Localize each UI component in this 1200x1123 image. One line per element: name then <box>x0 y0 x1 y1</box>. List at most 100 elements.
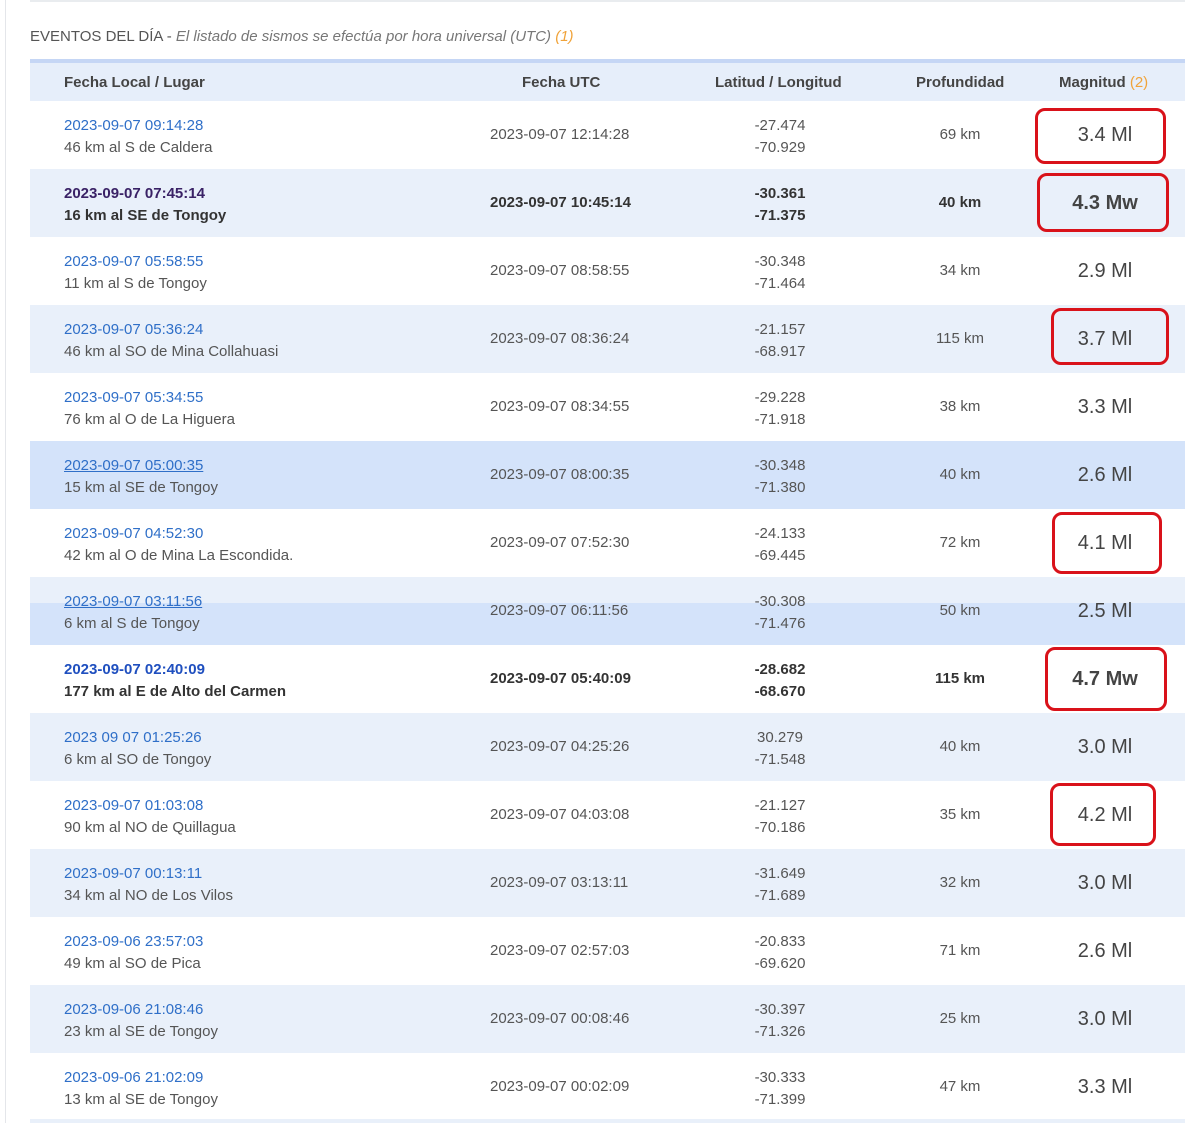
magnitude-highlight-circle <box>1035 108 1166 164</box>
lat-lon-cell: -29.228 -71.918 <box>730 387 830 431</box>
event-link[interactable]: 2023-09-07 00:13:11 <box>64 863 233 885</box>
event-link[interactable]: 2023-09-07 05:58:55 <box>64 251 207 273</box>
table-row[interactable]: 2023-09-07 04:52:30 42 km al O de Mina La… <box>30 509 1185 577</box>
event-link[interactable]: 2023-09-07 01:03:08 <box>64 795 236 817</box>
local-date-place-cell: 2023-09-07 03:11:56 6 km al S de Tongoy <box>64 591 202 635</box>
table-row[interactable]: 2023 09 07 01:25:26 6 km al SO de Tongoy 2… <box>30 713 1185 781</box>
local-date-place-cell: 2023-09-06 23:57:03 49 km al SO de Pica <box>64 931 203 975</box>
latitude: -20.833 <box>754 933 806 950</box>
table-row[interactable]: 2023-09-07 07:45:14 16 km al SE de Tongoy… <box>30 169 1185 237</box>
event-link[interactable]: 2023-09-07 02:40:09 <box>64 659 286 681</box>
local-date-place-cell: 2023-09-07 09:14:28 46 km al S de Caldera <box>64 115 212 159</box>
local-date-place-cell: 2023-09-06 21:02:09 13 km al SE de Tongoy <box>64 1067 218 1111</box>
depth-cell: 40 km <box>939 466 981 483</box>
event-place: 6 km al SO de Tongoy <box>64 751 212 768</box>
table-body: 2023-09-07 09:14:28 46 km al S de Caldera… <box>30 101 1185 1121</box>
event-link[interactable]: 2023-09-06 21:02:09 <box>64 1067 218 1089</box>
event-place: 90 km al NO de Quillagua <box>64 819 236 836</box>
event-link[interactable]: 2023-09-07 09:14:28 <box>64 115 212 137</box>
event-link[interactable]: 2023-09-07 05:34:55 <box>64 387 235 409</box>
table-row[interactable]: 2023-09-07 00:13:11 34 km al NO de Los Vi… <box>30 849 1185 917</box>
lat-lon-cell: 30.279 -71.548 <box>730 727 830 771</box>
latitude: -21.157 <box>754 321 806 338</box>
local-date-place-cell: 2023-09-07 00:13:11 34 km al NO de Los Vi… <box>64 863 233 907</box>
table-row[interactable]: 2023-09-06 21:08:46 23 km al SE de Tongoy… <box>30 985 1185 1053</box>
magnitude-highlight-circle <box>1050 783 1156 846</box>
magnitude-highlight-circle <box>1051 308 1169 365</box>
utc-date-cell: 2023-09-07 06:11:56 <box>490 602 629 619</box>
event-place: 76 km al O de La Higuera <box>64 411 235 428</box>
table-row[interactable]: 2023-09-07 03:11:56 6 km al S de Tongoy 20… <box>30 577 1185 645</box>
section-title-label: EVENTOS DEL DÍA <box>30 28 163 45</box>
table-row[interactable]: 2023-09-07 05:00:35 15 km al SE de Tongoy… <box>30 441 1185 509</box>
magnitude-highlight-circle <box>1052 512 1162 574</box>
local-date-place-cell: 2023-09-07 07:45:14 16 km al SE de Tongoy <box>64 183 226 227</box>
utc-date-cell: 2023-09-07 00:08:46 <box>490 1010 630 1027</box>
table-row[interactable]: 2023-09-07 01:03:08 90 km al NO de Quilla… <box>30 781 1185 849</box>
magnitude-cell: 2.5 Ml <box>1077 600 1133 622</box>
depth-cell: 38 km <box>939 398 981 415</box>
longitude: -71.464 <box>754 275 806 292</box>
section-note-marker: (1) <box>551 28 574 45</box>
event-place: 42 km al O de Mina La Escondida. <box>64 547 294 564</box>
table-row[interactable]: 2023-09-07 05:34:55 76 km al O de La Higu… <box>30 373 1185 441</box>
header-utc-date: Fecha UTC <box>522 74 601 91</box>
section-description: El listado de sismos se efectúa por hora… <box>175 28 552 45</box>
latitude: -30.308 <box>754 593 806 610</box>
event-place: 16 km al SE de Tongoy <box>64 207 227 224</box>
magnitude-cell: 2.9 Ml <box>1077 260 1133 282</box>
utc-date-cell: 2023-09-07 08:34:55 <box>490 398 630 415</box>
header-lat-lon: Latitud / Longitud <box>715 74 842 91</box>
latitude: 30.279 <box>757 729 803 746</box>
event-link[interactable]: 2023-09-07 05:00:35 <box>64 455 218 477</box>
section-title: EVENTOS DEL DÍA - El listado de sismos s… <box>30 28 574 45</box>
utc-date-cell: 2023-09-07 12:14:28 <box>490 126 630 143</box>
depth-cell: 115 km <box>934 670 986 687</box>
utc-date-cell: 2023-09-07 08:36:24 <box>490 330 630 347</box>
latitude: -30.397 <box>754 1001 806 1018</box>
table-row[interactable]: 2023-09-06 23:57:03 49 km al SO de Pica 20… <box>30 917 1185 985</box>
local-date-place-cell: 2023-09-07 05:58:55 11 km al S de Tongoy <box>64 251 207 295</box>
longitude: -71.326 <box>754 1023 806 1040</box>
table-row[interactable]: 2023-09-07 09:14:28 46 km al S de Caldera… <box>30 101 1185 169</box>
depth-cell: 71 km <box>939 942 981 959</box>
depth-cell: 69 km <box>939 126 981 143</box>
longitude: -68.670 <box>754 683 806 700</box>
latitude: -21.127 <box>754 797 806 814</box>
local-date-place-cell: 2023-09-07 02:40:09 177 km al E de Alto d… <box>64 659 286 703</box>
event-link[interactable]: 2023-09-07 07:45:14 <box>64 183 226 205</box>
lat-lon-cell: -20.833 -69.620 <box>730 931 830 975</box>
table-row[interactable]: 2023-09-06 21:02:09 13 km al SE de Tongoy… <box>30 1053 1185 1121</box>
header-local-date-place: Fecha Local / Lugar <box>64 74 205 91</box>
event-link[interactable]: 2023-09-06 23:57:03 <box>64 931 203 953</box>
event-link[interactable]: 2023-09-07 03:11:56 <box>64 591 202 613</box>
depth-cell: 50 km <box>939 602 981 619</box>
table-row[interactable]: 2023-09-07 05:58:55 11 km al S de Tongoy 2… <box>30 237 1185 305</box>
longitude: -68.917 <box>754 343 806 360</box>
local-date-place-cell: 2023-09-06 21:08:46 23 km al SE de Tongoy <box>64 999 218 1043</box>
local-date-place-cell: 2023 09 07 01:25:26 6 km al SO de Tongoy <box>64 727 211 771</box>
longitude: -71.548 <box>754 751 806 768</box>
event-link[interactable]: 2023-09-07 05:36:24 <box>64 319 278 341</box>
event-link[interactable]: 2023 09 07 01:25:26 <box>64 727 211 749</box>
utc-date-cell: 2023-09-07 04:25:26 <box>490 738 630 755</box>
latitude: -30.348 <box>754 253 806 270</box>
lat-lon-cell: -24.133 -69.445 <box>730 523 830 567</box>
table-row[interactable]: 2023-09-07 02:40:09 177 km al E de Alto d… <box>30 645 1185 713</box>
longitude: -69.445 <box>754 547 806 564</box>
event-link[interactable]: 2023-09-06 21:08:46 <box>64 999 218 1021</box>
longitude: -71.689 <box>754 887 806 904</box>
table-bottom-edge <box>30 1119 1185 1123</box>
magnitude-cell: 3.3 Ml <box>1077 396 1133 418</box>
table-row[interactable]: 2023-09-07 05:36:24 46 km al SO de Mina C… <box>30 305 1185 373</box>
local-date-place-cell: 2023-09-07 05:00:35 15 km al SE de Tongoy <box>64 455 218 499</box>
event-link[interactable]: 2023-09-07 04:52:30 <box>64 523 293 545</box>
depth-cell: 32 km <box>939 874 981 891</box>
latitude: -24.133 <box>754 525 806 542</box>
depth-cell: 40 km <box>939 738 981 755</box>
lat-lon-cell: -31.649 -71.689 <box>730 863 830 907</box>
latitude: -27.474 <box>754 117 806 134</box>
latitude: -30.348 <box>754 457 806 474</box>
magnitude-cell: 2.6 Ml <box>1077 464 1133 486</box>
utc-date-cell: 2023-09-07 05:40:09 <box>490 670 631 687</box>
